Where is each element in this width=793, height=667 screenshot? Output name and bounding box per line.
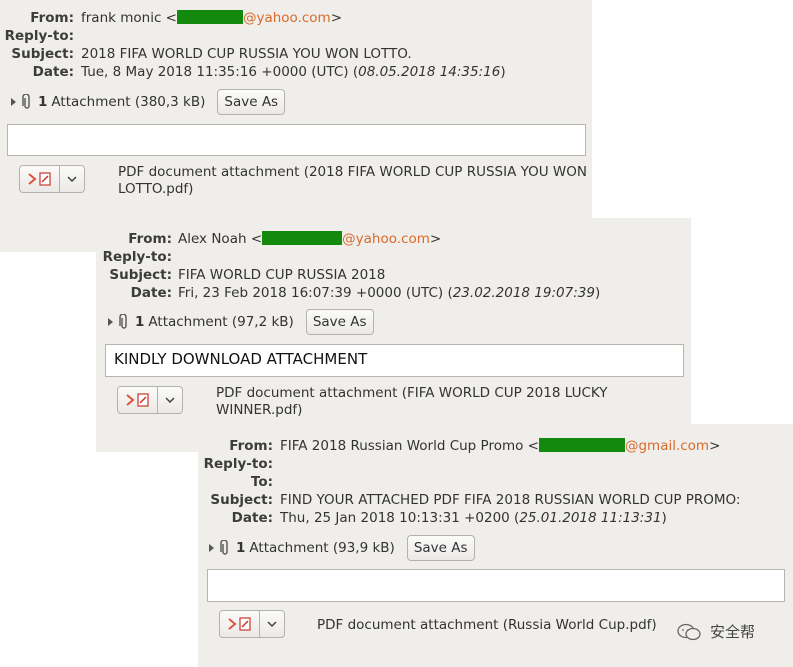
date-label: Date: — [130, 285, 172, 301]
date-label: Date: — [231, 510, 273, 526]
reply-to-label: Reply-to: — [203, 456, 273, 472]
pdf-description-line: PDF document attachment (Russia World Cu… — [317, 617, 657, 633]
date-text: Thu, 25 Jan 2018 10:13:31 +0200 ( — [280, 510, 520, 526]
paperclip-icon — [22, 94, 32, 110]
email-header-panel-3: From: FIFA 2018 Russian World Cup Promo … — [198, 424, 793, 667]
paperclip-icon — [119, 314, 129, 330]
pdf-description-line: WINNER.pdf) — [216, 402, 303, 418]
date-text: Fri, 23 Feb 2018 16:07:39 +0000 (UTC) ( — [178, 285, 453, 301]
subject-label: Subject: — [11, 46, 74, 62]
subject-label: Subject: — [109, 267, 172, 283]
pdf-description: PDF document attachment (FIFA WORLD CUP … — [216, 385, 608, 419]
save-as-button[interactable]: Save As — [217, 89, 286, 115]
message-body[interactable]: KINDLY DOWNLOAD ATTACHMENT — [105, 344, 684, 377]
date-value: Fri, 23 Feb 2018 16:07:39 +0000 (UTC) (2… — [178, 284, 600, 302]
sender-email-link[interactable]: @yahoo.com — [342, 231, 430, 247]
subject-label: Subject: — [210, 492, 273, 508]
chevron-down-icon[interactable] — [260, 611, 284, 637]
email-header-panel-1: From: frank monic < @yahoo.com> Reply-to:… — [0, 0, 592, 252]
from-value: Alex Noah < @yahoo.com> — [178, 230, 441, 248]
subject-value: FIFA WORLD CUP RUSSIA 2018 — [178, 267, 386, 283]
watermark-text: 安全帮 — [710, 623, 756, 641]
sender-name: FIFA 2018 Russian World Cup Promo < — [280, 438, 539, 454]
pdf-description: PDF document attachment (Russia World Cu… — [317, 617, 657, 634]
from-value: frank monic < @yahoo.com> — [81, 9, 342, 27]
to-label: To: — [250, 474, 273, 490]
save-as-button[interactable]: Save As — [305, 309, 374, 335]
attachment-row: 1 Attachment (97,2 kB) Save As — [108, 309, 374, 335]
from-value: FIFA 2018 Russian World Cup Promo < @gmai… — [280, 437, 720, 455]
attachment-count: 1 — [38, 94, 48, 110]
expand-arrow-icon[interactable] — [108, 318, 113, 326]
redacted-address — [538, 438, 625, 452]
attachment-summary: Attachment (93,9 kB) — [249, 540, 395, 556]
sender-bracket: > — [709, 438, 721, 454]
date-local: 23.02.2018 19:07:39 — [452, 285, 595, 301]
redacted-address — [176, 10, 243, 24]
subject-value: FIND YOUR ATTACHED PDF FIFA 2018 RUSSIAN… — [280, 492, 741, 508]
date-local: 25.01.2018 11:13:31 — [519, 510, 662, 526]
pdf-description-line: PDF document attachment (FIFA WORLD CUP … — [216, 385, 608, 401]
pdf-icon — [118, 387, 159, 413]
sender-bracket: > — [429, 231, 442, 247]
message-body[interactable] — [207, 569, 785, 602]
reply-to-label: Reply-to: — [4, 28, 74, 44]
reply-to-label: Reply-to: — [102, 249, 172, 265]
sender-bracket: > — [330, 10, 343, 26]
pdf-attachment-button[interactable] — [19, 165, 85, 193]
wechat-logo-icon — [676, 622, 702, 642]
email-header-panel-2: From: Alex Noah < @yahoo.com> Reply-to: S… — [96, 218, 691, 452]
pdf-icon — [20, 166, 61, 192]
save-as-button[interactable]: Save As — [406, 535, 475, 561]
date-close: ) — [594, 285, 601, 301]
watermark: 安全帮 — [676, 621, 755, 642]
expand-arrow-icon[interactable] — [209, 544, 214, 552]
date-local: 08.05.2018 14:35:16 — [358, 64, 501, 80]
attachment-count: 1 — [236, 540, 246, 556]
date-value: Thu, 25 Jan 2018 10:13:31 +0200 (25.01.2… — [280, 509, 667, 527]
from-label: From: — [229, 438, 273, 454]
from-label: From: — [30, 10, 74, 26]
redacted-address — [262, 231, 343, 245]
date-text: Tue, 8 May 2018 11:35:16 +0000 (UTC) ( — [81, 64, 359, 80]
pdf-description-line: PDF document attachment (2018 FIFA WORLD… — [118, 164, 588, 180]
attachment-summary: Attachment (97,2 kB) — [148, 314, 294, 330]
sender-name: Alex Noah < — [178, 231, 263, 247]
subject-value: 2018 FIFA WORLD CUP RUSSIA YOU WON LOTTO… — [81, 46, 412, 62]
date-value: Tue, 8 May 2018 11:35:16 +0000 (UTC) (08… — [81, 63, 506, 81]
from-label: From: — [128, 231, 172, 247]
pdf-icon — [220, 611, 261, 637]
attachment-row: 1 Attachment (93,9 kB) Save As — [209, 535, 475, 561]
date-label: Date: — [32, 64, 74, 80]
sender-email-link[interactable]: @gmail.com — [625, 438, 709, 454]
pdf-description: PDF document attachment (2018 FIFA WORLD… — [118, 164, 587, 198]
pdf-attachment-button[interactable] — [219, 610, 285, 638]
date-close: ) — [661, 510, 667, 526]
chevron-down-icon[interactable] — [60, 166, 84, 192]
chevron-down-icon[interactable] — [158, 387, 182, 413]
pdf-description-line: LOTTO.pdf) — [118, 181, 194, 197]
sender-email-link[interactable]: @yahoo.com — [243, 10, 331, 26]
attachment-row: 1 Attachment (380,3 kB) Save As — [11, 89, 286, 115]
date-close: ) — [500, 64, 506, 80]
pdf-attachment-button[interactable] — [117, 386, 183, 414]
sender-name: frank monic < — [81, 10, 177, 26]
attachment-summary: Attachment (380,3 kB) — [51, 94, 206, 110]
message-body[interactable] — [7, 124, 586, 156]
expand-arrow-icon[interactable] — [11, 98, 16, 106]
paperclip-icon — [220, 540, 230, 556]
attachment-count: 1 — [135, 314, 145, 330]
